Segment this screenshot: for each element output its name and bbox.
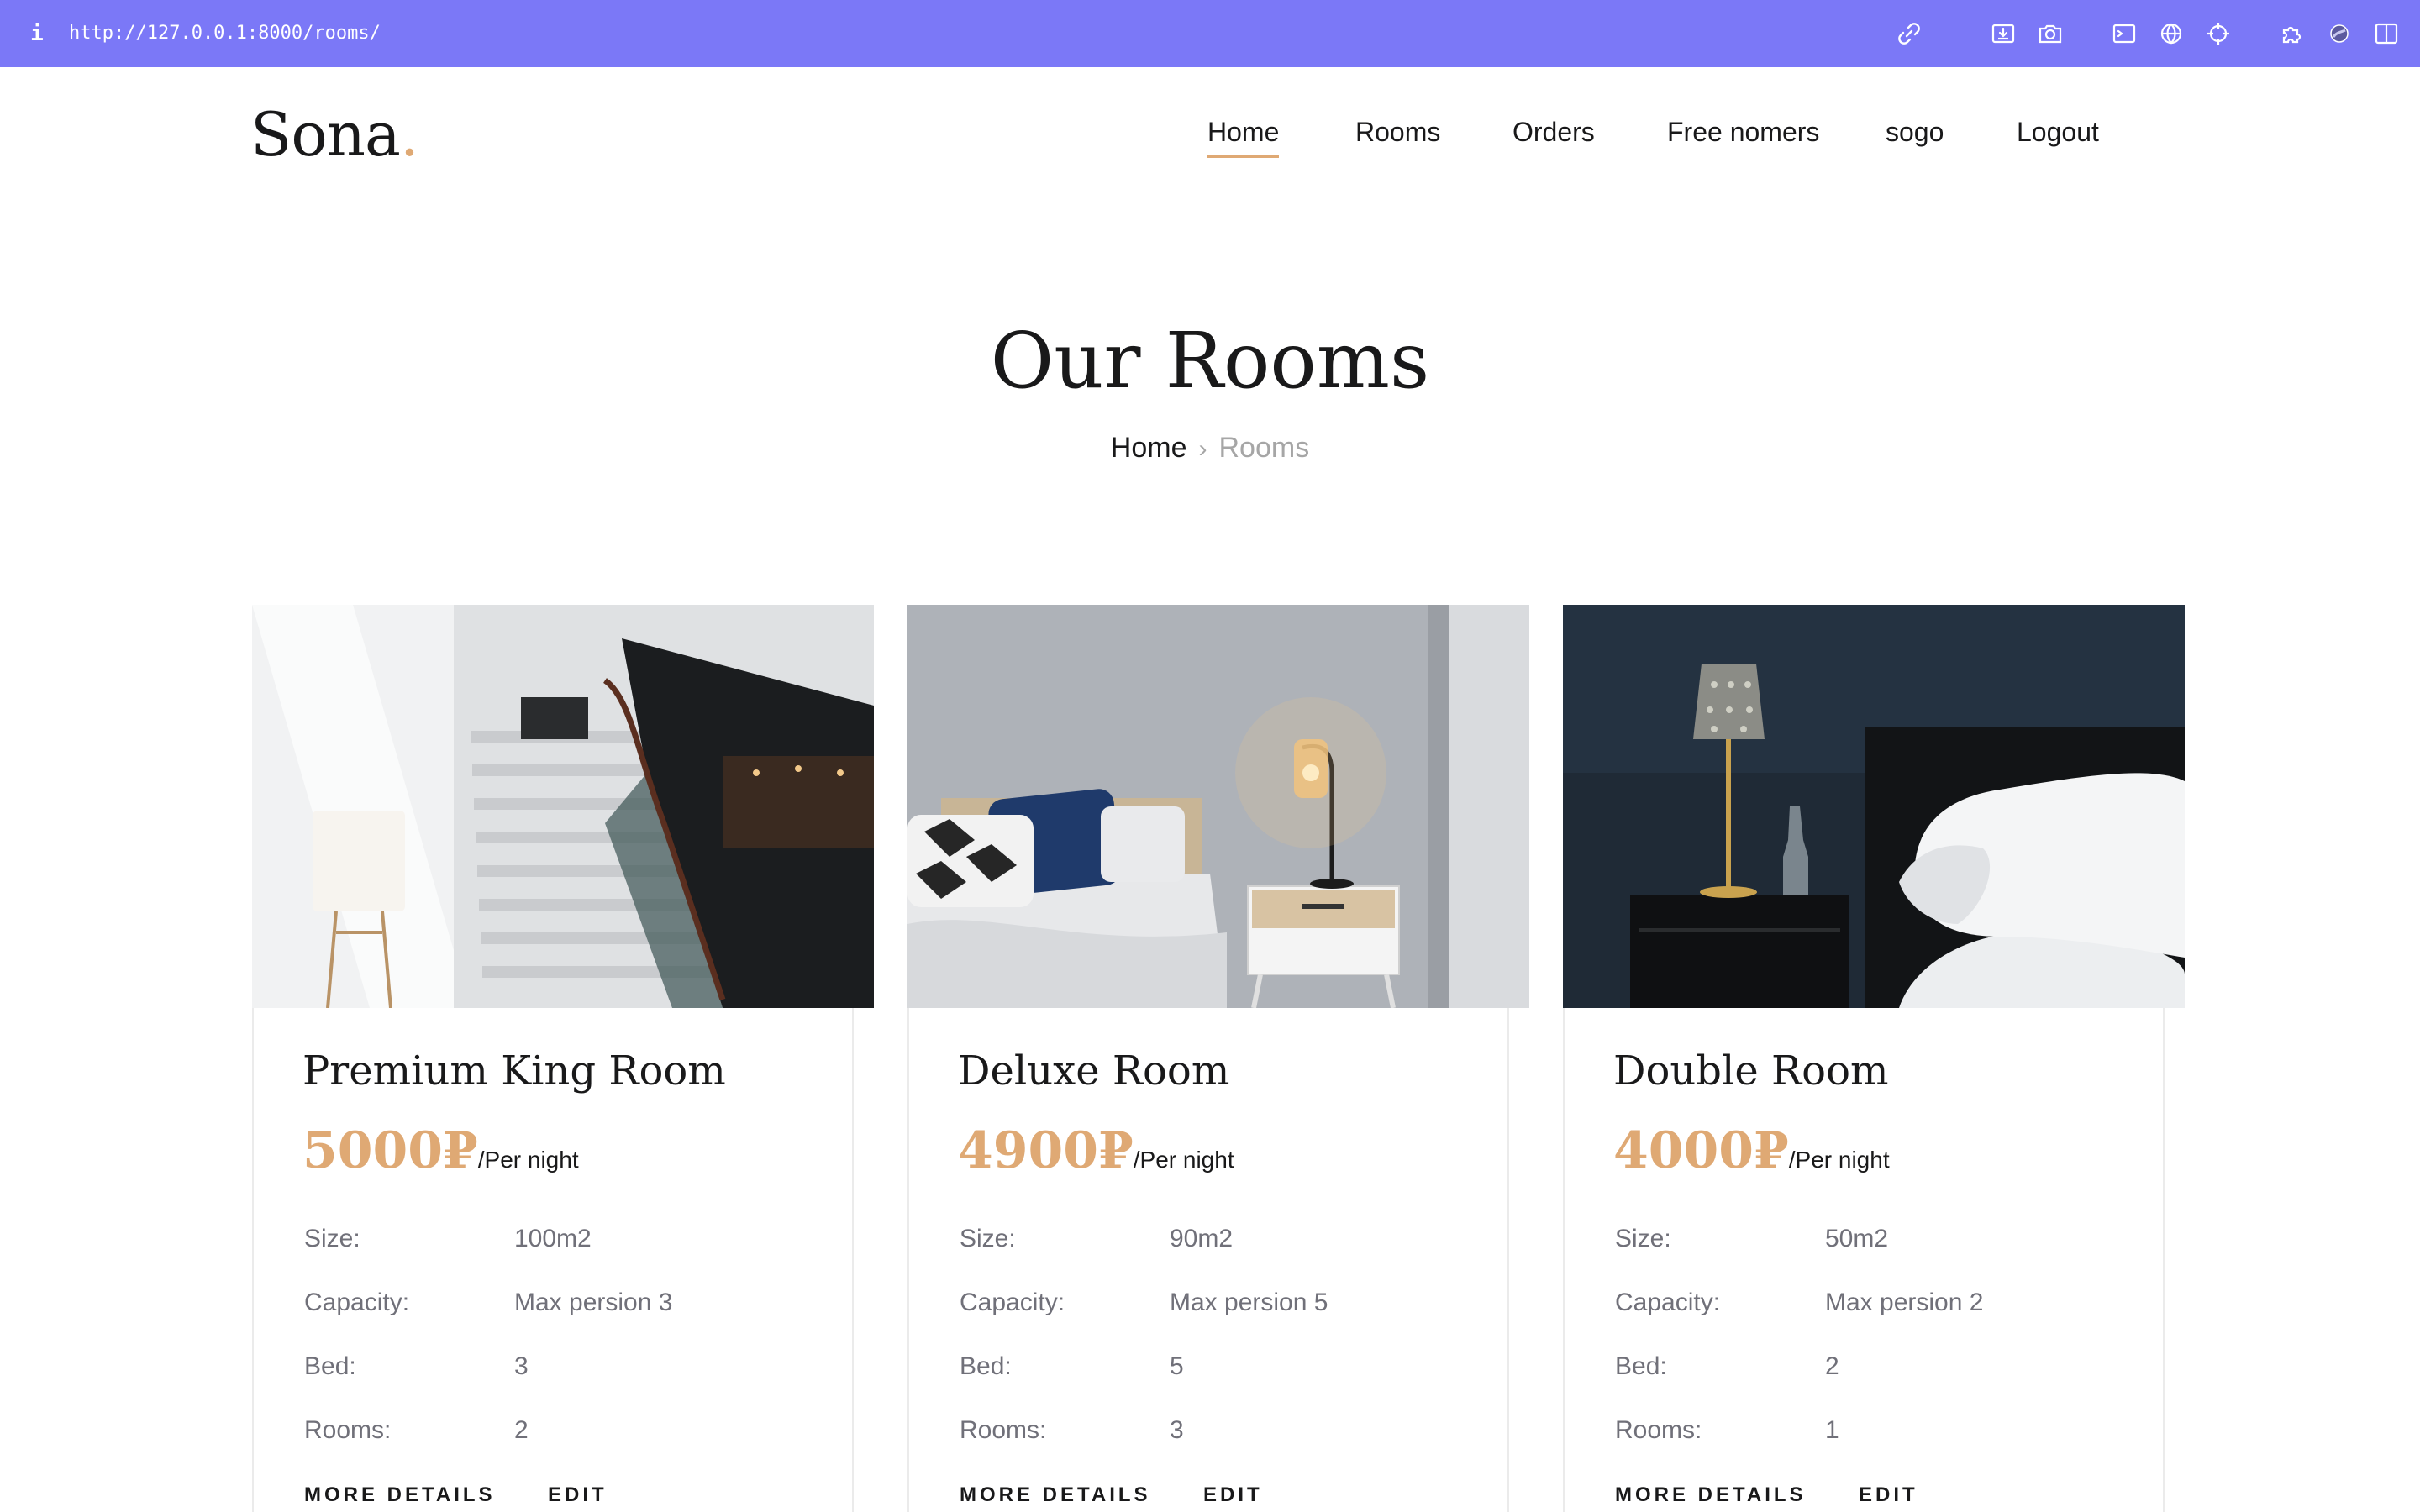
room-card-body: Double Room 4000₽/Per night Size: 50m2 C… [1563,1008,2165,1512]
dark-bedroom-photo [1563,605,2185,1008]
spec-capacity: Capacity: Max persion 5 [960,1282,1497,1324]
spec-label: Rooms: [1615,1416,1702,1444]
spec-value: Max persion 3 [514,1289,673,1316]
spec-size: Size: 90m2 [960,1218,1497,1260]
spec-value: 2 [1825,1352,1839,1380]
nav-sogo[interactable]: sogo [1886,111,1944,153]
room-card: Premium King Room 5000₽/Per night Size: … [252,605,874,1512]
room-card: Deluxe Room 4900₽/Per night Size: 90m2 C… [908,605,1529,1512]
spec-bed: Bed: 3 [304,1346,842,1388]
spec-size: Size: 100m2 [304,1218,842,1260]
price-value: 4000₽ [1613,1121,1789,1180]
room-price: 5000₽/Per night [302,1117,579,1198]
spec-value: 100m2 [514,1225,592,1252]
spec-rooms: Rooms: 2 [304,1410,842,1452]
spec-rooms: Rooms: 1 [1615,1410,2153,1452]
more-details-link[interactable]: MORE DETAILS [960,1478,1151,1512]
edit-link[interactable]: EDIT [548,1478,608,1512]
spec-value: 5 [1170,1352,1184,1380]
card-actions: MORE DETAILS EDIT [304,1478,842,1512]
more-details-link[interactable]: MORE DETAILS [304,1478,496,1512]
staircase-photo [252,605,874,1008]
room-card: Double Room 4000₽/Per night Size: 50m2 C… [1563,605,2185,1512]
spec-rooms: Rooms: 3 [960,1410,1497,1452]
spec-bed: Bed: 2 [1615,1346,2153,1388]
terminal-icon[interactable] [2111,20,2138,47]
spec-bed: Bed: 5 [960,1346,1497,1388]
spec-label: Bed: [1615,1352,1667,1380]
breadcrumb-current: Rooms [1218,432,1310,464]
bedroom-lamp-photo [908,605,1529,1008]
address-bar[interactable]: http://127.0.0.1:8000/rooms/ [69,18,381,49]
site-header: Sona. Home Rooms Orders Free nomers sogo… [0,67,2420,202]
price-unit: /Per night [1133,1147,1234,1173]
spec-value: 90m2 [1170,1225,1234,1252]
spec-size: Size: 50m2 [1615,1218,2153,1260]
spec-label: Size: [1615,1225,1671,1252]
nav-home[interactable]: Home [1207,111,1280,158]
edit-link[interactable]: EDIT [1203,1478,1263,1512]
spec-label: Rooms: [960,1416,1047,1444]
spec-label: Capacity: [1615,1289,1721,1316]
spec-value: 50m2 [1825,1225,1889,1252]
camera-icon[interactable] [2037,20,2064,47]
browser-toolbar: i http://127.0.0.1:8000/rooms/ [0,0,2420,67]
spec-label: Rooms: [304,1416,392,1444]
more-details-link[interactable]: MORE DETAILS [1615,1478,1807,1512]
price-unit: /Per night [1788,1147,1890,1173]
globe-icon[interactable] [2158,20,2185,47]
spec-value: 1 [1825,1416,1839,1444]
spec-capacity: Capacity: Max persion 3 [304,1282,842,1324]
room-title: Double Room [1613,1047,1889,1095]
extensions-icon[interactable] [2279,20,2306,47]
spec-label: Bed: [304,1352,356,1380]
edit-link[interactable]: EDIT [1859,1478,1918,1512]
breadcrumb: Home › Rooms [0,427,2420,470]
spec-value: 3 [514,1352,529,1380]
spec-value: Max persion 5 [1170,1289,1328,1316]
nav-logout[interactable]: Logout [2017,111,2099,153]
price-value: 4900₽ [958,1121,1134,1180]
page-title: Our Rooms [990,316,1430,406]
spec-label: Size: [304,1225,360,1252]
price-unit: /Per night [477,1147,579,1173]
profile-icon[interactable] [2326,20,2353,47]
spec-value: 2 [514,1416,529,1444]
sidebar-icon[interactable] [2373,20,2400,47]
room-price: 4000₽/Per night [1613,1117,1890,1198]
card-actions: MORE DETAILS EDIT [1615,1478,2153,1512]
room-title: Deluxe Room [958,1047,1230,1095]
room-card-body: Deluxe Room 4900₽/Per night Size: 90m2 C… [908,1008,1509,1512]
spec-value: 3 [1170,1416,1184,1444]
card-actions: MORE DETAILS EDIT [960,1478,1497,1512]
spec-label: Bed: [960,1352,1012,1380]
nav-rooms[interactable]: Rooms [1355,111,1440,153]
spec-value: Max persion 2 [1825,1289,1984,1316]
main-nav: Home Rooms Orders Free nomers sogo Logou… [0,111,2420,161]
room-price: 4900₽/Per night [958,1117,1234,1198]
nav-free-nomers[interactable]: Free nomers [1667,111,1819,153]
crosshair-icon[interactable] [2205,20,2232,47]
spec-label: Capacity: [960,1289,1065,1316]
spec-capacity: Capacity: Max persion 2 [1615,1282,2153,1324]
room-card-body: Premium King Room 5000₽/Per night Size: … [252,1008,854,1512]
price-value: 5000₽ [302,1121,478,1180]
nav-orders[interactable]: Orders [1512,111,1595,153]
spec-label: Size: [960,1225,1016,1252]
room-title: Premium King Room [302,1047,726,1095]
chevron-right-icon: › [1198,435,1207,463]
spec-label: Capacity: [304,1289,410,1316]
info-icon[interactable]: i [30,18,44,49]
breadcrumb-home-link[interactable]: Home [1111,432,1187,464]
download-icon[interactable] [1990,20,2017,47]
link-icon[interactable] [1896,20,1923,47]
